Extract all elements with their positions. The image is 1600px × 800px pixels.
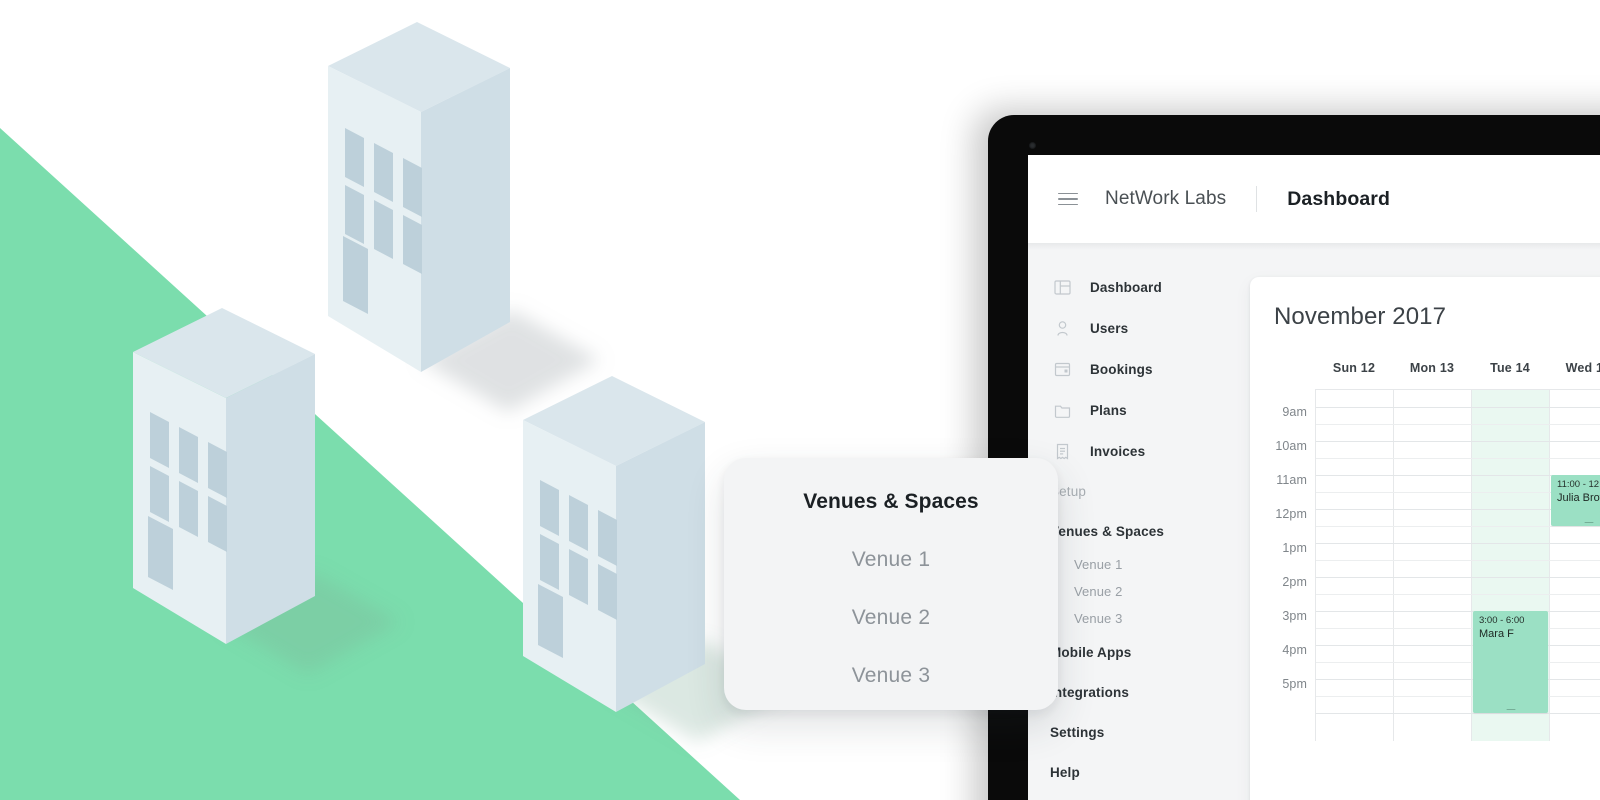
header-divider: [1256, 186, 1258, 212]
time-label: 1pm: [1282, 541, 1307, 555]
calendar-body: 9am 10am 11am 12pm 1pm 2pm 3pm 4pm 5pm 11:00 - 1…: [1274, 389, 1600, 741]
calendar-gridline: [1316, 407, 1600, 408]
folder-icon: [1050, 402, 1074, 419]
calendar-gridline: [1316, 611, 1600, 612]
calendar-card: November 2017 Sun 12Mon 13Tue 14Wed 15Th…: [1250, 277, 1600, 800]
calendar-icon: [1050, 361, 1074, 378]
header-shadow: [1028, 243, 1600, 250]
time-label: 2pm: [1282, 575, 1307, 589]
tablet-screen: NetWork Labs Dashboard Dashboard Users B…: [1028, 155, 1600, 800]
calendar-gridline: [1316, 424, 1600, 425]
event-time: 3:00 - 6:00: [1479, 615, 1525, 626]
sidebar-item-bookings[interactable]: Bookings: [1028, 349, 1220, 390]
app-header: NetWork Labs Dashboard: [1028, 155, 1600, 250]
sidebar-item-invoices[interactable]: Invoices: [1028, 431, 1220, 472]
page-title: Dashboard: [1287, 187, 1390, 210]
calendar-month-title: November 2017: [1274, 303, 1447, 330]
calendar-gridline: [1316, 594, 1600, 595]
overlay-venue-3[interactable]: Venue 3: [724, 664, 1058, 688]
camera-dot: [1029, 142, 1036, 149]
time-label: 10am: [1275, 439, 1307, 453]
sidebar-item-label: Users: [1090, 321, 1129, 336]
sidebar-item-plans[interactable]: Plans: [1028, 390, 1220, 431]
calendar-gridline: [1316, 441, 1600, 442]
sidebar-item-help[interactable]: Help: [1028, 752, 1220, 792]
sidebar-item-label: Plans: [1090, 403, 1127, 418]
calendar-gridline: [1316, 713, 1600, 714]
calendar-day-header: Mon 13: [1409, 361, 1455, 375]
calendar-day-column[interactable]: [1394, 390, 1472, 741]
calendar-gridline: [1316, 526, 1600, 527]
event-resize-handle[interactable]: [1584, 521, 1593, 523]
calendar-gridline: [1316, 696, 1600, 697]
app-body: Dashboard Users Bookings Plans Invoices …: [1028, 243, 1600, 800]
calendar-event[interactable]: 3:00 - 6:00 Mara F: [1473, 611, 1548, 713]
calendar-slots[interactable]: 11:00 - 12:30 Julia Brown 3:00 - 6:00 Mara …: [1315, 389, 1600, 741]
tablet-device: NetWork Labs Dashboard Dashboard Users B…: [988, 115, 1600, 800]
calendar-gridline: [1316, 645, 1600, 646]
event-time: 11:00 - 12:30: [1557, 479, 1600, 490]
calendar-day-column[interactable]: [1316, 390, 1394, 741]
building-2: [133, 308, 315, 644]
calendar-event[interactable]: 11:00 - 12:30 Julia Brown: [1551, 475, 1600, 526]
calendar-day-headers: Sun 12Mon 13Tue 14Wed 15Thu 16: [1315, 361, 1600, 389]
event-name: Mara F: [1479, 628, 1514, 640]
time-axis: 9am 10am 11am 12pm 1pm 2pm 3pm 4pm 5pm: [1274, 389, 1315, 741]
venues-overlay-card: Venues & Spaces Venue 1 Venue 2 Venue 3: [724, 458, 1058, 710]
time-label: 4pm: [1282, 643, 1307, 657]
calendar-day-header: Sun 12: [1332, 361, 1376, 375]
building-1: [328, 22, 510, 372]
time-label: 9am: [1282, 405, 1307, 419]
time-label: 5pm: [1282, 677, 1307, 691]
calendar-gridline: [1316, 628, 1600, 629]
main-content: November 2017 Sun 12Mon 13Tue 14Wed 15Th…: [1220, 243, 1600, 800]
sidebar-item-settings[interactable]: Settings: [1028, 712, 1220, 752]
sidebar-item-users[interactable]: Users: [1028, 308, 1220, 349]
calendar-day-column[interactable]: [1550, 390, 1600, 741]
calendar-gridline: [1316, 679, 1600, 680]
hamburger-icon[interactable]: [1058, 192, 1078, 206]
calendar-gridline: [1316, 458, 1600, 459]
receipt-icon: [1050, 443, 1074, 460]
overlay-card-title: Venues & Spaces: [803, 490, 979, 513]
event-name: Julia Brown: [1557, 492, 1600, 504]
brand-name: NetWork Labs: [1105, 188, 1227, 209]
user-icon: [1050, 320, 1074, 337]
calendar-gridline: [1316, 577, 1600, 578]
calendar-day-header: Wed 15: [1565, 361, 1600, 375]
time-label: 3pm: [1282, 609, 1307, 623]
sidebar-item-dashboard[interactable]: Dashboard: [1028, 267, 1220, 308]
overlay-venue-1[interactable]: Venue 1: [724, 548, 1058, 572]
overlay-venue-2[interactable]: Venue 2: [724, 606, 1058, 630]
time-label: 12pm: [1275, 507, 1307, 521]
calendar-gridline: [1316, 560, 1600, 561]
calendar-day-header: Tue 14: [1490, 361, 1530, 375]
time-label: 11am: [1276, 473, 1307, 487]
sidebar-item-label: Dashboard: [1090, 280, 1162, 295]
event-resize-handle[interactable]: [1506, 708, 1515, 710]
calendar-grid: Sun 12Mon 13Tue 14Wed 15Thu 16 9am10am11…: [1250, 361, 1600, 741]
calendar-gridline: [1316, 662, 1600, 663]
layout-dashboard-icon: [1050, 279, 1074, 296]
calendar-gridline: [1316, 543, 1600, 544]
sidebar-item-label: Bookings: [1090, 362, 1153, 377]
sidebar-item-label: Invoices: [1090, 444, 1146, 459]
building-3: [523, 376, 705, 712]
